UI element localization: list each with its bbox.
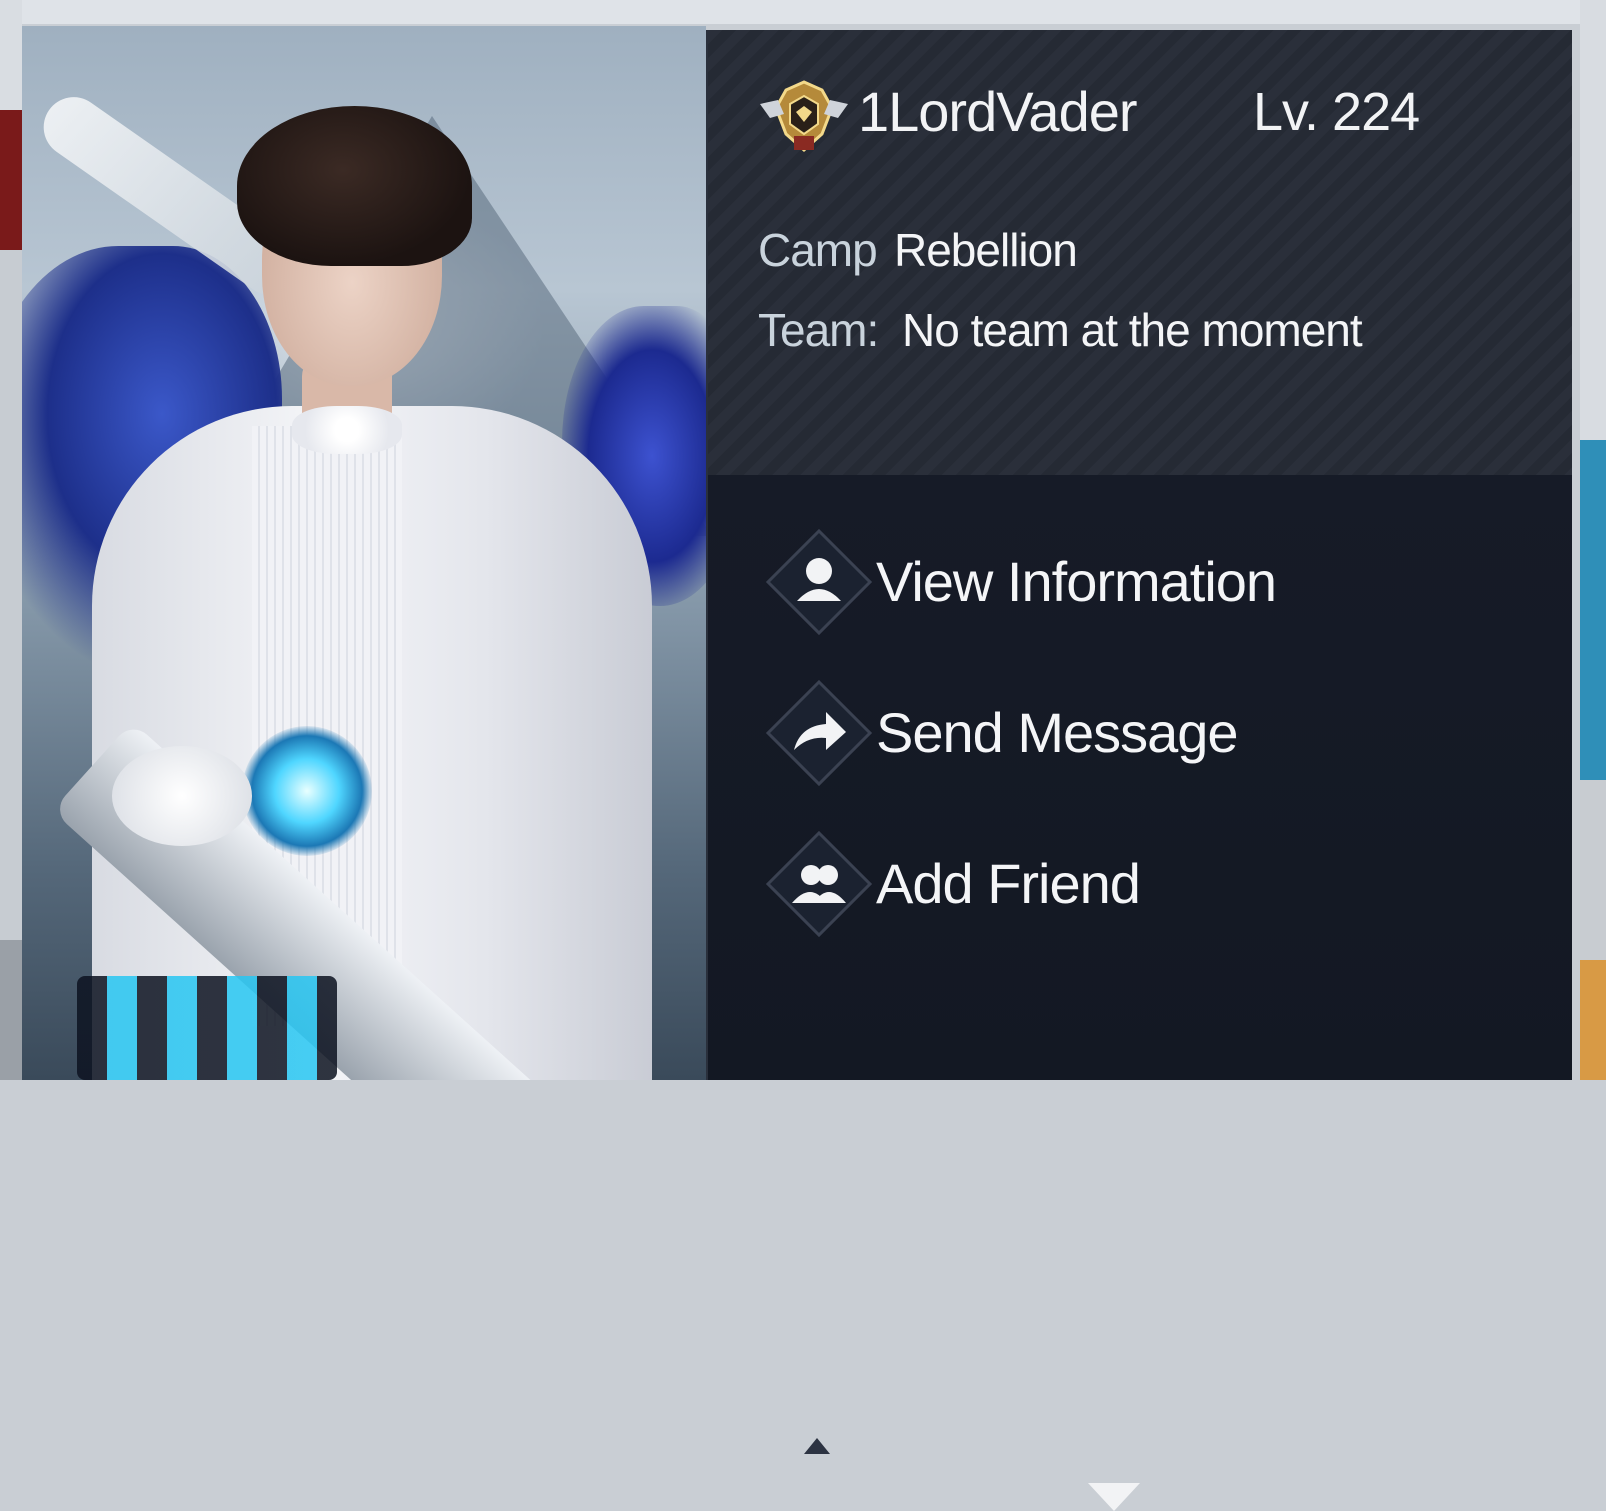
chevron-up-icon bbox=[804, 1438, 830, 1454]
action-menu: View Information Send Message Add Friend bbox=[708, 475, 1572, 1511]
add-friend-button[interactable]: Add Friend bbox=[764, 829, 1524, 939]
background-scene-top bbox=[0, 0, 1606, 24]
send-message-button[interactable]: Send Message bbox=[764, 678, 1524, 788]
character-hair bbox=[237, 106, 472, 266]
player-level: Lv. 224 bbox=[1253, 82, 1420, 142]
weapon-base bbox=[77, 976, 337, 1080]
add-friend-label: Add Friend bbox=[876, 852, 1141, 915]
player-summary: 1LordVader Lv. 224 Camp Rebellion Team: … bbox=[708, 30, 1572, 475]
camp-value: Rebellion bbox=[894, 224, 1078, 276]
view-information-label: View Information bbox=[876, 550, 1277, 613]
background-scene-left bbox=[0, 0, 22, 1080]
character-portrait bbox=[22, 26, 706, 1080]
player-name: 1LordVader bbox=[858, 80, 1138, 143]
bow-tie bbox=[292, 406, 402, 454]
background-scene-right bbox=[1580, 0, 1606, 1080]
person-icon bbox=[765, 528, 873, 636]
glove bbox=[112, 746, 252, 846]
weapon-core bbox=[242, 726, 372, 856]
chevron-down-icon[interactable] bbox=[1088, 1483, 1140, 1511]
camp-label: Camp bbox=[758, 224, 878, 276]
share-arrow-icon bbox=[765, 679, 873, 787]
team-label: Team: bbox=[758, 304, 879, 356]
friends-icon bbox=[765, 830, 873, 938]
view-information-button[interactable]: View Information bbox=[764, 527, 1524, 637]
gold-rank-badge-icon bbox=[760, 80, 848, 153]
player-info-panel: 1LordVader Lv. 224 Camp Rebellion Team: … bbox=[706, 30, 1572, 1511]
send-message-label: Send Message bbox=[876, 701, 1239, 764]
team-value: No team at the moment bbox=[902, 304, 1363, 356]
